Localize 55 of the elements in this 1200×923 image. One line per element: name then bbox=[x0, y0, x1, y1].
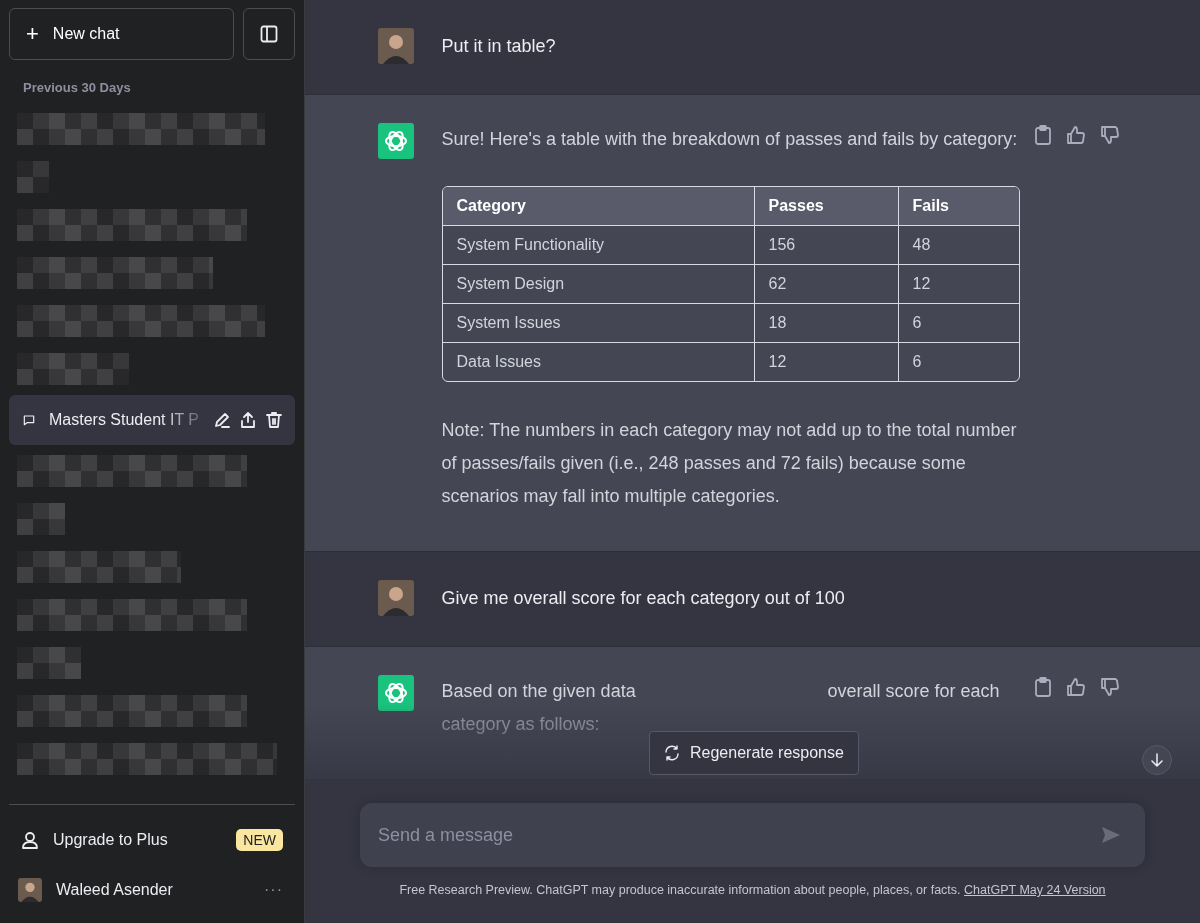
copy-icon[interactable] bbox=[1033, 125, 1052, 145]
column-header: Passes bbox=[753, 187, 898, 225]
edit-icon[interactable] bbox=[213, 411, 231, 429]
assistant-logo-icon bbox=[377, 675, 414, 711]
user-name[interactable]: Waleed Asender bbox=[56, 881, 250, 899]
message-text: overall score for each bbox=[827, 680, 1000, 703]
sidebar-toggle-button[interactable] bbox=[243, 8, 295, 60]
message-text: Give me overall score for each category out of 100 bbox=[441, 587, 845, 610]
message-text: Note: The numbers in each category may not add up to the total number of passes/fails given (i.e., 248 passes and 72 fails) because some scenarios may fall into multiple categories. bbox=[441, 419, 1018, 508]
table-cell: System Design bbox=[442, 264, 754, 303]
delete-icon[interactable] bbox=[265, 411, 283, 429]
chat-item[interactable]: Masters Student IT P bbox=[9, 395, 295, 445]
version-link[interactable]: ChatGPT May 24 Version bbox=[964, 883, 1106, 897]
table-cell: 12 bbox=[897, 264, 1019, 303]
table-cell: System Issues bbox=[442, 303, 754, 342]
table-cell: System Functionality bbox=[442, 225, 754, 264]
share-icon[interactable] bbox=[239, 411, 257, 429]
arrow-down-icon bbox=[1150, 753, 1164, 767]
user-avatar bbox=[18, 878, 42, 902]
table-cell: 18 bbox=[753, 303, 898, 342]
pixelated-chat-title bbox=[17, 503, 65, 535]
user-avatar bbox=[377, 580, 414, 616]
regenerate-button[interactable]: Regenerate response bbox=[649, 731, 859, 775]
thumbs-up-icon[interactable] bbox=[1065, 677, 1086, 697]
table-cell: 48 bbox=[897, 225, 1019, 264]
table-cell: 6 bbox=[897, 342, 1019, 381]
refresh-icon bbox=[664, 745, 680, 761]
user-avatar bbox=[377, 28, 414, 64]
message-text: Based on the given data bbox=[441, 680, 636, 703]
more-options-button[interactable]: ··· bbox=[264, 881, 283, 899]
message-input[interactable]: Send a message bbox=[360, 803, 1145, 867]
section-title: Previous 30 Days bbox=[22, 79, 132, 97]
sidebar-icon bbox=[260, 25, 278, 43]
table-cell: 12 bbox=[753, 342, 898, 381]
thumbs-down-icon[interactable] bbox=[1099, 677, 1120, 697]
disclaimer-text: Free Research Preview. ChatGPT may produce inaccurate information about people, places, or facts. ChatGPT May 24 Version bbox=[399, 882, 1106, 899]
column-header: Fails bbox=[897, 187, 1019, 225]
table-cell: 156 bbox=[753, 225, 898, 264]
column-header: Category bbox=[442, 187, 754, 225]
new-chat-button[interactable]: + New chat bbox=[9, 8, 234, 60]
pixelated-chat-title bbox=[17, 161, 49, 193]
pixelated-chat-title bbox=[17, 647, 81, 679]
table-cell: 6 bbox=[897, 303, 1019, 342]
thumbs-down-icon[interactable] bbox=[1099, 125, 1120, 145]
table-cell: Data Issues bbox=[442, 342, 754, 381]
message-text: Put it in table? bbox=[441, 35, 556, 58]
assistant-logo-icon bbox=[377, 123, 414, 159]
copy-icon[interactable] bbox=[1033, 677, 1052, 697]
upgrade-link[interactable]: Upgrade to Plus bbox=[53, 831, 223, 849]
message-text: category as follows: bbox=[441, 713, 601, 736]
thumbs-up-icon[interactable] bbox=[1065, 125, 1086, 145]
message-text: Sure! Here's a table with the breakdown of passes and fails by category: bbox=[441, 128, 1019, 151]
new-badge: NEW bbox=[236, 829, 283, 851]
user-icon bbox=[21, 831, 39, 849]
table-cell: 62 bbox=[753, 264, 898, 303]
